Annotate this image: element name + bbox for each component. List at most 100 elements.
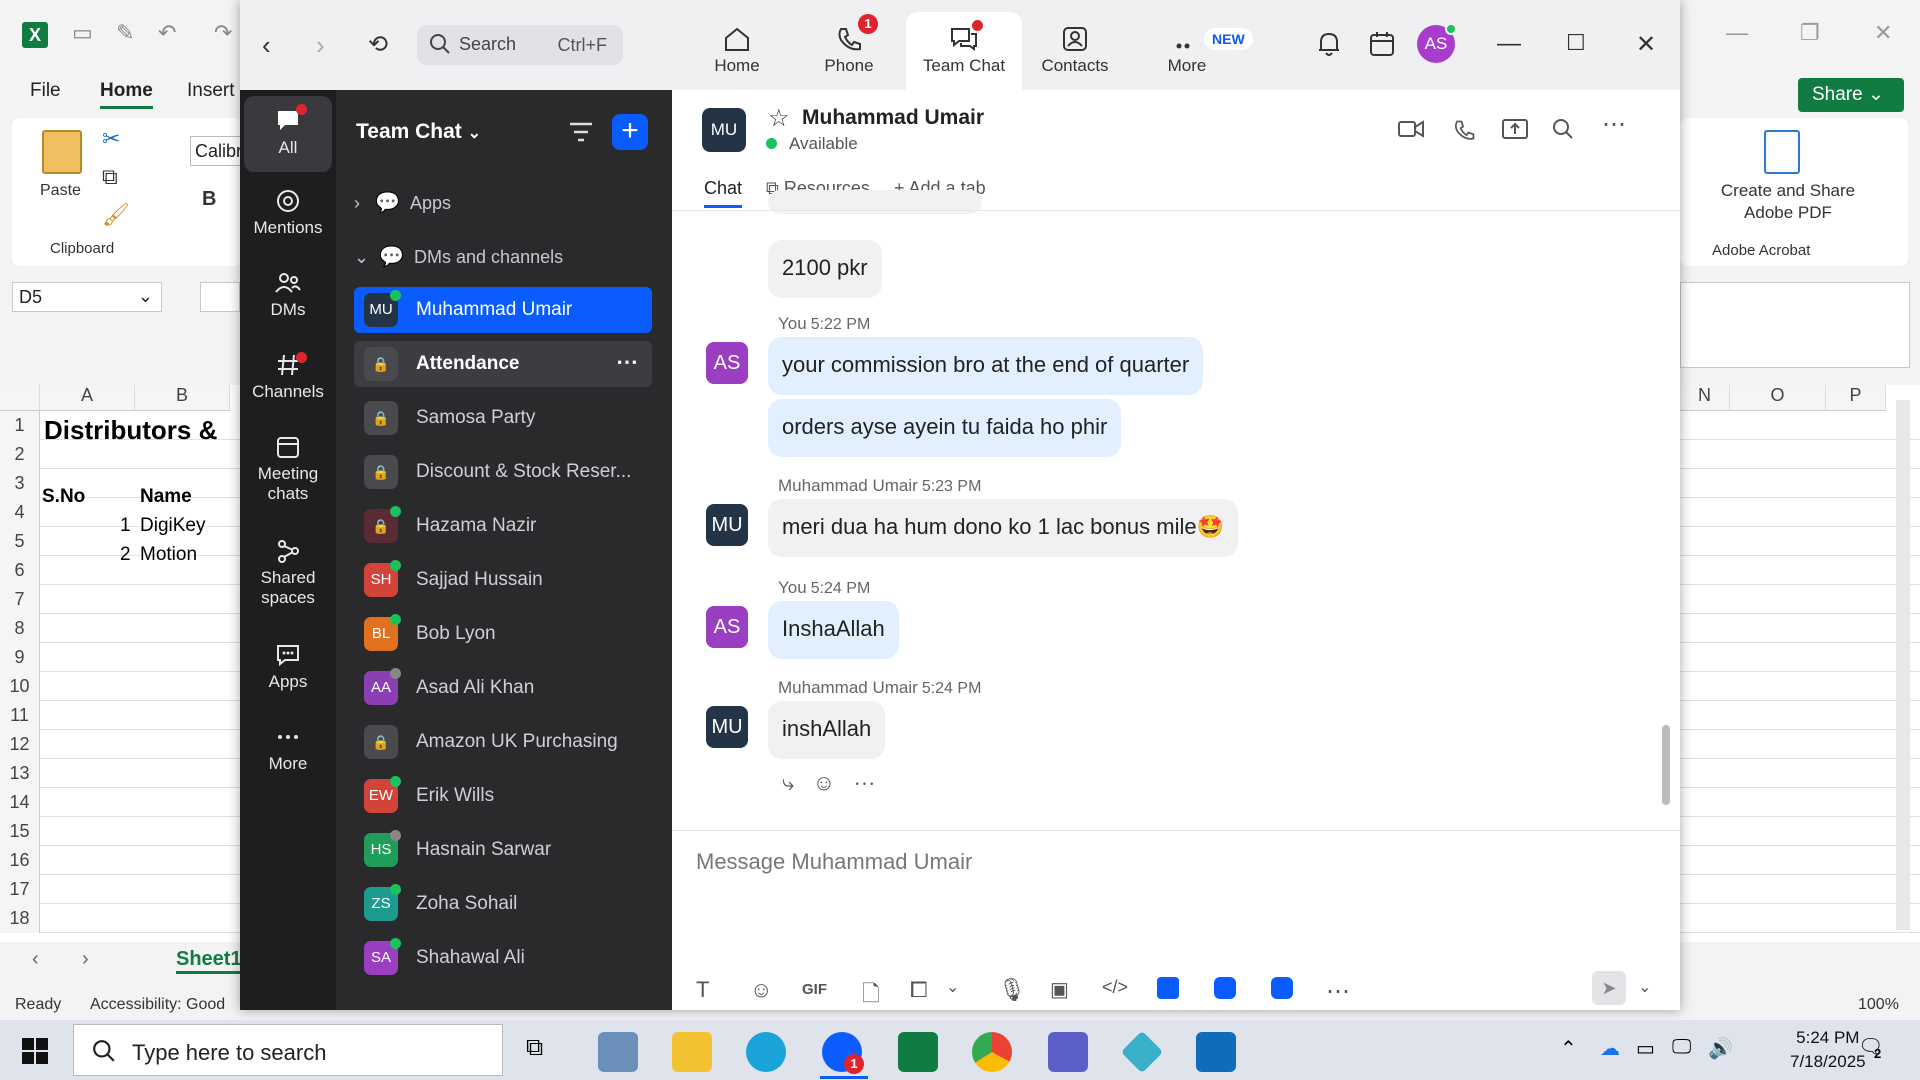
- row-header[interactable]: 7: [0, 585, 40, 614]
- tab-team-chat[interactable]: Team Chat: [906, 12, 1022, 90]
- minimize-icon[interactable]: —: [1726, 20, 1748, 46]
- row-header[interactable]: 3: [0, 469, 40, 498]
- tab-home[interactable]: Home: [100, 80, 153, 109]
- share-button[interactable]: Share ⌄: [1798, 78, 1904, 112]
- filter-icon[interactable]: [568, 120, 594, 144]
- channel-list-item[interactable]: EW Erik Wills: [354, 773, 652, 819]
- search-icon[interactable]: [1552, 118, 1574, 140]
- row-header[interactable]: 11: [0, 701, 40, 730]
- video-message-icon[interactable]: ▣: [1050, 977, 1069, 1002]
- header-name[interactable]: Name: [140, 486, 192, 508]
- send-options-icon[interactable]: ⌄: [1638, 977, 1651, 997]
- rail-mentions[interactable]: Mentions: [244, 188, 332, 238]
- docs-icon[interactable]: [1157, 977, 1179, 999]
- close-icon[interactable]: ✕: [1636, 30, 1656, 59]
- file-explorer-icon[interactable]: [672, 1032, 712, 1072]
- tab-phone[interactable]: Phone 1: [794, 12, 904, 90]
- section-dms-channels[interactable]: ⌄ 💬 DMs and channels: [354, 244, 563, 269]
- taskbar-clock[interactable]: 5:24 PM 7/18/2025: [1790, 1026, 1866, 1074]
- send-button[interactable]: ➤: [1592, 971, 1626, 1005]
- more-tools-icon[interactable]: ⋯: [1326, 977, 1350, 1006]
- tab-insert[interactable]: Insert: [187, 80, 235, 102]
- star-icon[interactable]: ☆: [768, 104, 790, 133]
- task-view-icon[interactable]: ⧉: [526, 1034, 543, 1062]
- network-icon[interactable]: 🖵: [1672, 1036, 1691, 1059]
- excel-vertical-scrollbar[interactable]: [1896, 400, 1910, 930]
- channel-more-icon[interactable]: ⋯: [616, 349, 638, 375]
- cell-name-1[interactable]: DigiKey: [140, 515, 205, 537]
- show-hidden-icons[interactable]: ⌃: [1560, 1036, 1577, 1061]
- channel-list-item[interactable]: MU Muhammad Umair: [354, 287, 652, 333]
- back-icon[interactable]: ‹: [262, 30, 271, 61]
- message-bubble[interactable]: inshAllah: [768, 701, 886, 759]
- microphone-icon[interactable]: 🎙: [998, 977, 1026, 1003]
- column-header-a[interactable]: A: [40, 385, 135, 411]
- row-header[interactable]: 9: [0, 643, 40, 672]
- add-reaction-icon[interactable]: ☺: [813, 770, 835, 795]
- share-screen-icon[interactable]: [1502, 118, 1528, 140]
- reply-icon[interactable]: ⤷: [782, 770, 794, 795]
- channel-list-item[interactable]: 🔒 Hazama Nazir: [354, 503, 652, 549]
- message-bubble[interactable]: InshaAllah: [768, 601, 899, 659]
- column-header-p[interactable]: P: [1826, 385, 1886, 411]
- rail-apps[interactable]: Apps: [244, 642, 332, 692]
- channel-list-item[interactable]: AA Asad Ali Khan: [354, 665, 652, 711]
- prev-sheet-icon[interactable]: ‹: [32, 948, 39, 971]
- close-icon[interactable]: ✕: [1874, 20, 1892, 46]
- formula-bar[interactable]: [1680, 282, 1910, 368]
- row-header[interactable]: 5: [0, 527, 40, 556]
- row-header[interactable]: 14: [0, 788, 40, 817]
- rail-meeting-chats[interactable]: Meeting chats: [244, 434, 332, 504]
- calendar-icon[interactable]: [1368, 30, 1396, 58]
- format-text-icon[interactable]: T: [696, 977, 709, 1003]
- notifications-icon[interactable]: 🗨 2: [1858, 1034, 1890, 1064]
- rail-more[interactable]: More: [244, 724, 332, 774]
- list-title[interactable]: Team Chat ⌄: [356, 120, 481, 144]
- channel-list-item[interactable]: SA Shahawal Ali: [354, 935, 652, 981]
- row-header[interactable]: 15: [0, 817, 40, 846]
- more-actions-icon[interactable]: ⋯: [853, 770, 875, 795]
- new-chat-button[interactable]: +: [612, 114, 648, 150]
- row-header[interactable]: 2: [0, 440, 40, 469]
- chat-scrollbar[interactable]: [1662, 725, 1670, 805]
- restore-icon[interactable]: ❐: [1800, 20, 1820, 46]
- row-header[interactable]: 4: [0, 498, 40, 527]
- tab-contacts[interactable]: Contacts: [1020, 12, 1130, 90]
- row-header[interactable]: 17: [0, 875, 40, 904]
- channel-list-item[interactable]: 🔒 Discount & Stock Reser...: [354, 449, 652, 495]
- message-avatar[interactable]: MU: [706, 504, 748, 546]
- sheet-tab[interactable]: Sheet1: [176, 948, 242, 974]
- emoji-icon[interactable]: ☺: [750, 977, 772, 1003]
- message-bubble[interactable]: meri dua ha hum dono ko 1 lac bonus mile…: [768, 499, 1238, 557]
- paste-icon[interactable]: [42, 130, 82, 174]
- channel-list-item[interactable]: SH Sajjad Hussain: [354, 557, 652, 603]
- more-options-icon[interactable]: ⋯: [1602, 110, 1626, 139]
- tab-home[interactable]: Home: [682, 12, 792, 90]
- tab-more[interactable]: More NEW: [1132, 12, 1253, 90]
- maximize-icon[interactable]: ☐: [1566, 30, 1586, 56]
- accessibility-status[interactable]: Accessibility: Good: [90, 996, 225, 1014]
- gif-button[interactable]: GIF: [802, 981, 827, 998]
- undo-icon[interactable]: ↶: [158, 20, 176, 46]
- chrome-icon[interactable]: [972, 1032, 1012, 1072]
- format-painter-icon[interactable]: 🖌: [102, 202, 130, 228]
- row-header[interactable]: 1: [0, 411, 40, 440]
- contact-avatar[interactable]: MU: [702, 108, 746, 152]
- cell-name-2[interactable]: Motion: [140, 544, 197, 566]
- row-header[interactable]: 8: [0, 614, 40, 643]
- code-icon[interactable]: </>: [1102, 977, 1128, 998]
- excel-app-icon[interactable]: [898, 1032, 938, 1072]
- onedrive-icon[interactable]: ☁: [1600, 1036, 1620, 1061]
- channel-list-item[interactable]: 🔒 Attendance ⋯: [354, 341, 652, 387]
- rail-channels[interactable]: Channels: [244, 352, 332, 402]
- cut-icon[interactable]: ✂: [102, 126, 120, 152]
- select-all[interactable]: [0, 385, 40, 411]
- row-header[interactable]: 16: [0, 846, 40, 875]
- formula-bar-left[interactable]: [200, 282, 240, 312]
- app-diamond-icon[interactable]: [1120, 1030, 1164, 1074]
- clips-icon[interactable]: [1271, 977, 1293, 999]
- message-bubble[interactable]: your commission bro at the end of quarte…: [768, 337, 1204, 395]
- column-header-b[interactable]: B: [135, 385, 230, 411]
- message-avatar[interactable]: MU: [706, 706, 748, 748]
- column-header-o[interactable]: O: [1730, 385, 1826, 411]
